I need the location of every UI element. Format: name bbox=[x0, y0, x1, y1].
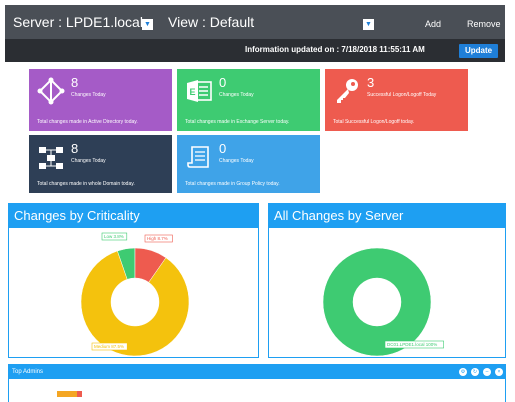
server-selector-label[interactable]: Server : LPDE1.local bbox=[13, 14, 143, 30]
tile-group-policy[interactable]: 0 Changes Today Total changes made in Gr… bbox=[177, 135, 320, 193]
tile-exchange-server[interactable]: E 0 Changes Today Total changes made in … bbox=[177, 69, 320, 131]
tile-subtitle: Changes Today bbox=[219, 158, 254, 164]
svg-text:Low 3.8%: Low 3.8% bbox=[104, 234, 124, 239]
admin-bar bbox=[77, 391, 82, 397]
tile-count: 0 bbox=[219, 75, 227, 90]
tile-domain[interactable]: 8 Changes Today Total changes made in wh… bbox=[29, 135, 172, 193]
group-policy-icon bbox=[187, 146, 209, 168]
criticality-panel: Changes by Criticality Medium 87.5% High … bbox=[8, 203, 259, 358]
svg-text:DC01.LPDE1.local 100%: DC01.LPDE1.local 100% bbox=[387, 342, 437, 347]
tile-subtitle: Changes Today bbox=[71, 158, 106, 164]
tile-subtitle: Changes Today bbox=[71, 92, 106, 98]
svg-text:High 8.7%: High 8.7% bbox=[147, 236, 168, 241]
svg-text:E: E bbox=[190, 87, 196, 97]
server-panel-title: All Changes by Server bbox=[269, 204, 505, 228]
update-button[interactable]: Update bbox=[459, 44, 498, 58]
tile-description: Total changes made in whole Domain today… bbox=[37, 181, 135, 187]
tile-logon-logoff[interactable]: 3 Successful Logon/Logoff Today Total Su… bbox=[325, 69, 468, 131]
key-icon bbox=[337, 79, 358, 103]
criticality-donut-chart: Medium 87.5% High 8.7% Low 3.8% bbox=[80, 232, 190, 357]
tile-count: 0 bbox=[219, 141, 227, 156]
top-admins-panel: Top Admins ⚙ ↻ – × bbox=[8, 364, 506, 402]
domain-icon bbox=[39, 147, 63, 169]
admin-bar bbox=[57, 391, 77, 397]
info-bar: Information updated on : 7/18/2018 11:55… bbox=[5, 39, 505, 62]
server-panel: All Changes by Server DC01.LPDE1.local 1… bbox=[268, 203, 506, 358]
close-icon[interactable]: × bbox=[495, 368, 503, 376]
view-selector-label[interactable]: View : Default bbox=[168, 14, 254, 30]
tile-active-directory[interactable]: 8 Changes Today Total changes made in Ac… bbox=[29, 69, 172, 131]
tile-subtitle: Successful Logon/Logoff Today bbox=[367, 92, 437, 98]
add-button[interactable]: Add bbox=[425, 19, 441, 29]
donut-label: Low 3.8% bbox=[101, 232, 128, 241]
view-dropdown-icon[interactable]: ▼ bbox=[363, 19, 374, 30]
minimize-icon[interactable]: – bbox=[483, 368, 491, 376]
tile-count: 8 bbox=[71, 75, 79, 90]
server-dropdown-icon[interactable]: ▼ bbox=[142, 19, 153, 30]
donut-label: DC01.LPDE1.local 100% bbox=[384, 340, 444, 349]
svg-text:Medium 87.5%: Medium 87.5% bbox=[94, 344, 124, 349]
top-admins-header: Top Admins ⚙ ↻ – × bbox=[9, 365, 505, 379]
remove-button[interactable]: Remove bbox=[467, 19, 501, 29]
active-directory-icon bbox=[37, 77, 65, 105]
tile-description: Total changes made in Group Policy today… bbox=[185, 181, 280, 187]
tile-subtitle: Changes Today bbox=[219, 92, 254, 98]
refresh-icon[interactable]: ↻ bbox=[471, 368, 479, 376]
donut-slice-dc01-lpde1-local[interactable] bbox=[322, 247, 432, 357]
tile-description: Total changes made in Exchange Server to… bbox=[185, 119, 290, 125]
tile-description: Total changes made in Active Directory t… bbox=[37, 119, 138, 125]
tile-count: 3 bbox=[367, 75, 375, 90]
last-updated-text: Information updated on : 7/18/2018 11:55… bbox=[245, 45, 425, 54]
donut-label: High 8.7% bbox=[144, 234, 173, 243]
server-donut-chart: DC01.LPDE1.local 100% bbox=[322, 247, 444, 357]
tile-description: Total Successful Logon/Logoff today. bbox=[333, 119, 415, 125]
dashboard-page: Server : LPDE1.local ▼ View : Default ▼ … bbox=[0, 0, 515, 402]
donut-label: Medium 87.5% bbox=[91, 342, 128, 351]
top-admins-title: Top Admins bbox=[12, 369, 44, 375]
tile-count: 8 bbox=[71, 141, 79, 156]
criticality-panel-title: Changes by Criticality bbox=[9, 204, 258, 228]
exchange-icon: E bbox=[187, 80, 212, 102]
settings-icon[interactable]: ⚙ bbox=[459, 368, 467, 376]
top-toolbar: Server : LPDE1.local ▼ View : Default ▼ … bbox=[5, 5, 505, 39]
